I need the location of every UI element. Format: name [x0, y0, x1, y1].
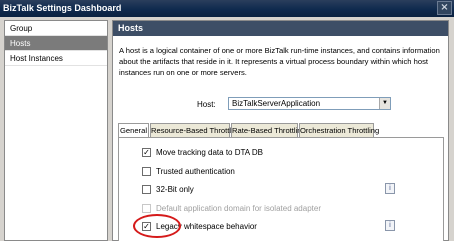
chevron-down-icon[interactable]: ▼	[379, 98, 390, 109]
host-dropdown-value: BizTalkServerApplication	[232, 99, 321, 108]
option-label: Move tracking data to DTA DB	[156, 148, 264, 157]
window-title: BizTalk Settings Dashboard	[3, 3, 122, 13]
checkbox-32-bit-only[interactable]	[142, 185, 151, 194]
option-label: Default application domain for isolated …	[156, 204, 321, 213]
panel-title: Hosts	[113, 21, 448, 36]
checkbox-move-tracking-data[interactable]: ✓	[142, 148, 151, 157]
checkbox-trusted-authentication[interactable]	[142, 167, 151, 176]
close-icon[interactable]: ×	[437, 1, 452, 15]
tab-rate-based-throttling[interactable]: Rate-Based Throttling	[231, 123, 306, 137]
window-title-bar: BizTalk Settings Dashboard ×	[0, 0, 454, 17]
info-icon[interactable]: i	[385, 183, 395, 194]
sidebar: Group Hosts Host Instances	[4, 20, 108, 241]
sidebar-item-group[interactable]: Group	[5, 21, 107, 36]
sidebar-item-hosts[interactable]: Hosts	[5, 36, 107, 51]
option-label: 32-Bit only	[156, 185, 194, 194]
tab-orchestration-throttling[interactable]: Orchestration Throttling	[299, 123, 379, 137]
option-label: Trusted authentication	[156, 167, 235, 176]
host-label: Host:	[197, 100, 216, 109]
tab-resource-based-throttling[interactable]: Resource-Based Throttling	[150, 123, 241, 137]
sidebar-item-host-instances[interactable]: Host Instances	[5, 51, 107, 66]
settings-panel: Hosts A host is a logical container of o…	[112, 20, 449, 241]
host-dropdown[interactable]: BizTalkServerApplication ▼	[228, 97, 391, 110]
info-icon[interactable]: i	[385, 220, 395, 231]
tab-general[interactable]: General	[118, 123, 149, 138]
red-highlight-circle	[133, 214, 181, 238]
checkbox-default-app-domain	[142, 204, 151, 213]
panel-description: A host is a logical container of one or …	[119, 46, 440, 77]
